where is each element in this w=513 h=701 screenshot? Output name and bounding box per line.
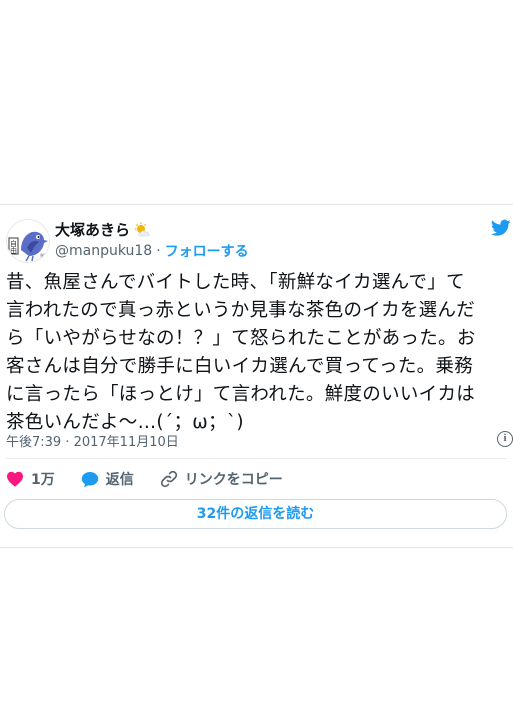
author-name-row[interactable]: 大塚あきら: [55, 219, 153, 240]
link-icon: [160, 470, 177, 488]
copy-link-button[interactable]: リンクをコピー: [160, 469, 283, 489]
tweet-card: 自 由 翼 大塚あきら @manpuku18 · フォローする 昔、魚屋さんでバ…: [0, 204, 513, 548]
tweet-line: ら「いやがらせなの！？」て怒られたことがあった。お: [6, 328, 476, 349]
sun-behind-cloud-icon: [133, 222, 153, 238]
tweet-line: に言ったら「ほっとけ」て言われた。鮮度のいいイカは: [6, 384, 476, 405]
handle-row: @manpuku18 · フォローする: [55, 241, 249, 261]
action-bar: 1万 返信 リンクをコピー: [6, 469, 283, 489]
tweet-line: 客さんは自分で勝手に白いイカ選んで買ってった。乗務: [6, 356, 474, 377]
tweet-timestamp[interactable]: 午後7:39 · 2017年11月10日: [6, 431, 179, 450]
tweet-text: 昔、魚屋さんでバイトした時、「新鮮なイカ選んで」て 言われたので真っ赤というか見…: [6, 269, 506, 437]
twitter-bird-icon[interactable]: [490, 219, 511, 237]
tweet-line: 昔、魚屋さんでバイトした時、「新鮮なイカ選んで」て: [6, 272, 465, 293]
copy-link-label: リンクをコピー: [184, 472, 283, 488]
author-handle[interactable]: @manpuku18: [55, 243, 152, 259]
like-count: 1万: [31, 472, 55, 488]
reply-label: 返信: [105, 472, 134, 488]
svg-text:由: 由: [10, 246, 17, 255]
reply-button[interactable]: 返信: [81, 469, 134, 489]
reply-bubble-icon: [81, 471, 98, 487]
info-icon[interactable]: i: [497, 431, 513, 447]
like-button[interactable]: 1万: [6, 469, 55, 489]
heart-icon: [7, 471, 23, 487]
author-name[interactable]: 大塚あきら: [55, 219, 130, 240]
bird-stamp-avatar-icon: 自 由 翼: [8, 231, 48, 262]
follow-button[interactable]: フォローする: [165, 241, 249, 261]
svg-text:翼: 翼: [40, 254, 45, 260]
divider: [6, 458, 507, 459]
read-replies-button[interactable]: 32件の返信を読む: [4, 499, 507, 529]
avatar[interactable]: 自 由 翼: [6, 219, 50, 263]
tweet-line: 言われたので真っ赤というか見事な茶色のイカを選んだ: [6, 300, 476, 321]
separator: ·: [156, 243, 161, 259]
